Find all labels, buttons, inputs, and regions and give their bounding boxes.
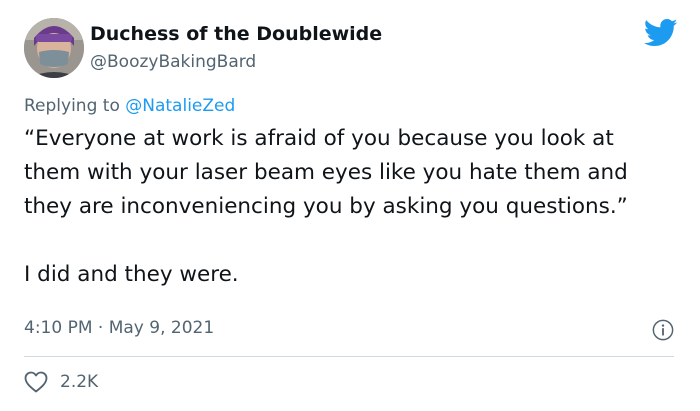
timestamp-separator: ·: [92, 318, 109, 338]
author-name[interactable]: Duchess of the Doublewide: [90, 23, 382, 45]
replying-to-label: Replying to: [24, 96, 126, 116]
tweet-text: “Everyone at work is afraid of you becau…: [24, 122, 674, 292]
heart-icon[interactable]: [24, 371, 48, 393]
replying-to-link[interactable]: @NatalieZed: [125, 96, 235, 116]
author-handle[interactable]: @BoozyBakingBard: [90, 52, 256, 72]
timestamp-time[interactable]: 4:10 PM: [24, 318, 93, 338]
tweet-text-paragraph-1: “Everyone at work is afraid of you becau…: [24, 126, 628, 219]
like-count: 2.2K: [60, 372, 99, 392]
tweet-text-paragraph-2: I did and they were.: [24, 262, 239, 287]
avatar-photo: [24, 18, 84, 78]
info-icon[interactable]: [652, 319, 674, 341]
twitter-bird-icon[interactable]: [644, 18, 678, 48]
like-button[interactable]: 2.2K: [24, 371, 98, 393]
tweet-card: Duchess of the Doublewide @BoozyBakingBa…: [0, 0, 700, 411]
divider: [24, 356, 674, 357]
avatar[interactable]: [24, 18, 84, 78]
replying-to: Replying to @NatalieZed: [24, 96, 235, 116]
timestamp-date[interactable]: May 9, 2021: [109, 318, 214, 338]
timestamp[interactable]: 4:10 PM · May 9, 2021: [24, 318, 214, 338]
